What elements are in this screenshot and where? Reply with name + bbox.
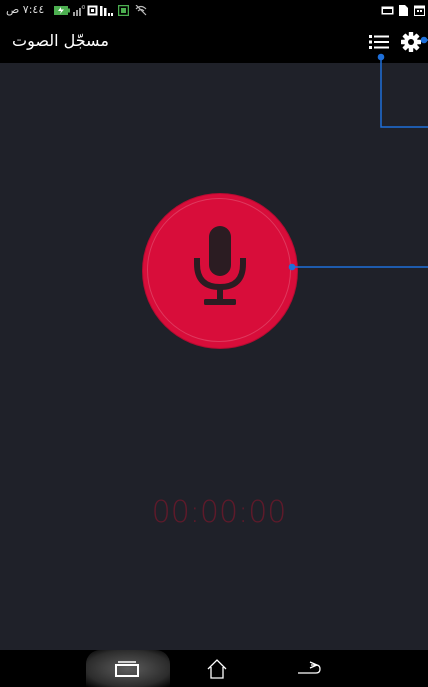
status-bar: ٧:٤٤ ص <box>0 0 428 22</box>
sim-icon <box>87 5 98 16</box>
battery-charging-icon <box>54 6 70 15</box>
gear-icon[interactable] <box>399 30 423 54</box>
wifi-off-icon <box>135 5 147 16</box>
notification-calendar-icon <box>414 5 425 16</box>
app-title: مسجّل الصوت <box>12 31 109 50</box>
voice-recorder-screen: ٧:٤٤ ص مسجّل الصوت 00:00:00 <box>0 0 428 687</box>
microphone-icon <box>194 226 246 305</box>
storage-icon <box>118 5 129 16</box>
notification-screen-icon <box>381 6 394 15</box>
navigation-bar <box>0 650 428 687</box>
record-button[interactable] <box>143 194 297 348</box>
status-time: ٧:٤٤ ص <box>6 3 45 16</box>
notification-file-icon <box>399 5 408 16</box>
back-icon[interactable] <box>297 661 323 677</box>
signal-icon <box>73 5 85 16</box>
signal-bars-icon <box>100 6 113 16</box>
app-bar: مسجّل الصوت <box>0 22 428 63</box>
recording-timer: 00:00:00 <box>151 495 287 530</box>
recent-apps-icon[interactable] <box>114 659 140 679</box>
list-icon[interactable] <box>368 31 390 53</box>
recorder-main: 00:00:00 <box>0 63 428 650</box>
home-icon[interactable] <box>206 658 228 680</box>
